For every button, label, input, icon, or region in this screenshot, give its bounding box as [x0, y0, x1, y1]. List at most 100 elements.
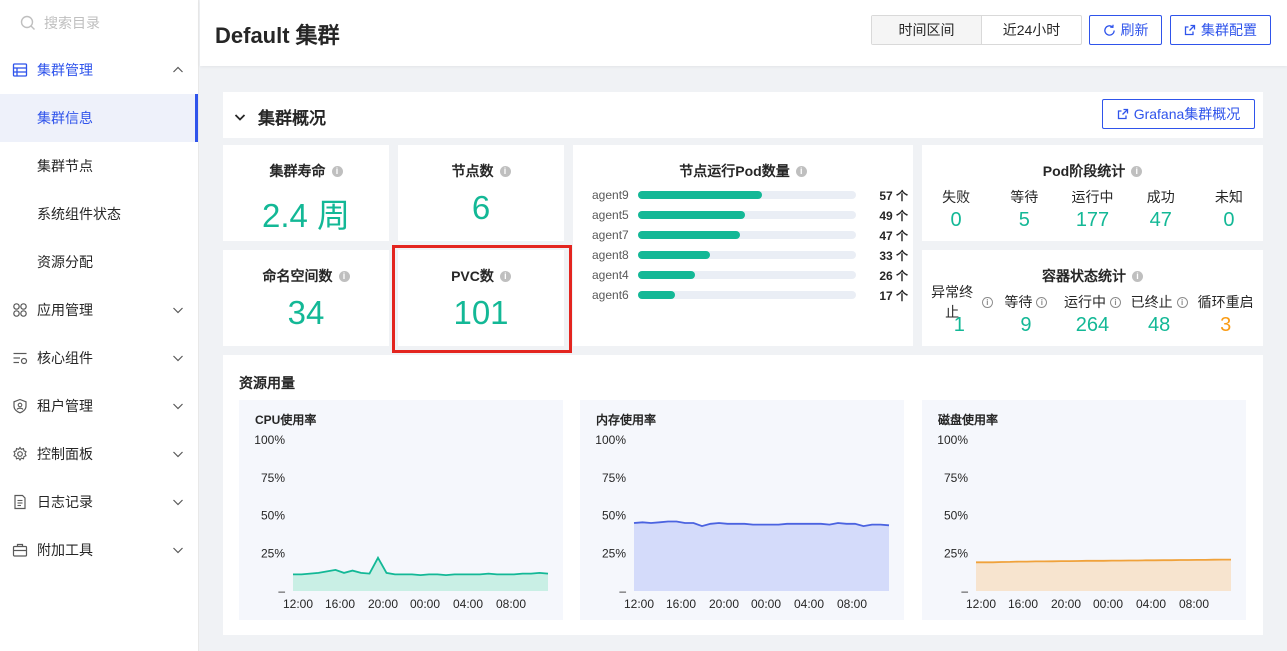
bar-track	[638, 231, 856, 239]
bar-track	[638, 211, 856, 219]
external-link-icon	[1117, 108, 1128, 120]
y-tick-label: –	[619, 584, 626, 598]
stat-value: 47	[1149, 209, 1172, 231]
sidebar-search[interactable]: 搜索目录	[0, 0, 198, 46]
node-name: agent5	[592, 208, 629, 222]
sidebar-subitem-cluster-nodes[interactable]: 集群节点	[0, 142, 198, 190]
time-range-selector[interactable]: 时间区间 近24小时	[871, 15, 1082, 45]
pvc-count-value: 101	[453, 294, 509, 331]
bar-fill	[638, 191, 763, 199]
stat-label: 循环重启	[1197, 294, 1254, 310]
info-icon[interactable]: i	[982, 296, 993, 308]
node-name: agent9	[592, 188, 629, 202]
stat-label: 失败	[942, 189, 971, 205]
stat-label: 异常终止	[931, 284, 974, 320]
stat-value: 48	[1147, 314, 1171, 336]
sidebar-item-addon-tools[interactable]: 附加工具	[0, 526, 198, 574]
time-range-value[interactable]: 近24小时	[982, 16, 1081, 44]
info-icon[interactable]: i	[1036, 296, 1048, 308]
y-tick-label: –	[961, 584, 968, 598]
node-pod-bar-row: agent5 49 个	[592, 205, 908, 225]
x-tick-label: 04:00	[453, 597, 483, 611]
container-state-title: 容器状态统计	[1042, 268, 1126, 284]
node-count-label: 节点数	[451, 163, 494, 179]
info-icon[interactable]: i	[338, 270, 350, 282]
core-components-icon	[12, 350, 28, 366]
overview-collapse-toggle[interactable]: 集群概况	[234, 104, 326, 129]
node-name: agent7	[592, 228, 629, 242]
stat-value: 177	[1075, 209, 1110, 231]
cluster-age-label: 集群寿命	[269, 163, 326, 179]
y-tick-label: 50%	[944, 509, 968, 523]
bar-track	[638, 191, 856, 199]
info-icon[interactable]: i	[331, 165, 343, 177]
area-fill	[976, 559, 1231, 591]
page-title: Default 集群	[215, 23, 340, 48]
chevron-up-icon	[172, 64, 184, 76]
cluster-icon	[12, 62, 28, 78]
sidebar-item-label: 租户管理	[37, 398, 93, 414]
info-icon[interactable]: i	[1132, 270, 1143, 282]
info-icon[interactable]: i	[1176, 296, 1188, 308]
y-tick-label: 50%	[261, 509, 285, 523]
pod-count-label: 26 个	[879, 268, 908, 283]
sidebar-item-tenant-management[interactable]: 租户管理	[0, 382, 198, 430]
external-link-icon	[1184, 24, 1196, 36]
info-icon[interactable]: i	[795, 165, 807, 177]
x-tick-label: 08:00	[496, 597, 526, 611]
pod-phase-pending: 等待 5	[990, 187, 1058, 232]
bar-track	[638, 291, 856, 299]
pod-phase-failed: 失败 0	[922, 187, 990, 232]
sidebar-subitem-system-component-status[interactable]: 系统组件状态	[0, 190, 198, 238]
sidebar-subitem-cluster-info[interactable]: 集群信息	[0, 94, 198, 142]
cluster-config-button[interactable]: 集群配置	[1170, 15, 1271, 45]
info-icon[interactable]: i	[499, 270, 511, 282]
refresh-button[interactable]: 刷新	[1089, 15, 1162, 45]
sidebar-item-cluster-management[interactable]: 集群管理	[0, 46, 198, 94]
node-name: agent4	[592, 268, 629, 282]
sidebar-item-control-panel[interactable]: 控制面板	[0, 430, 198, 478]
stat-value: 9	[1020, 314, 1032, 336]
sidebar-item-label: 附加工具	[37, 542, 93, 558]
info-icon[interactable]: i	[1131, 165, 1143, 177]
sidebar-item-log-records[interactable]: 日志记录	[0, 478, 198, 526]
cluster-overview-header: 集群概况 Grafana集群概况	[223, 92, 1263, 138]
container-state-running: 运行中 i 264	[1059, 292, 1126, 337]
sidebar-item-core-components[interactable]: 核心组件	[0, 334, 198, 382]
y-tick-label: 100%	[595, 433, 626, 447]
grafana-overview-button[interactable]: Grafana集群概况	[1102, 99, 1255, 129]
stat-value: 264	[1075, 314, 1110, 336]
pod-phase-card: Pod阶段统计 i 失败 0 等待 5 运行中 177 成功 47 未知 0	[922, 145, 1263, 241]
sidebar-subitem-resource-allocation[interactable]: 资源分配	[0, 238, 198, 286]
sidebar-item-label: 控制面板	[37, 446, 93, 462]
pod-count-label: 17 个	[879, 288, 908, 303]
info-icon[interactable]: i	[499, 165, 511, 177]
stat-label: 运行中	[1063, 294, 1106, 310]
stat-value: 0	[1223, 209, 1235, 231]
memory-usage-chart: 内存使用率 100% 75% 50% 25% –12:00 16:00 20:00 00:00…	[580, 400, 904, 620]
pod-count-label: 47 个	[879, 228, 908, 243]
namespace-count-label: 命名空间数	[262, 268, 333, 284]
x-tick-label: 20:00	[1051, 597, 1081, 611]
refresh-icon	[1103, 24, 1115, 36]
x-tick-label: 20:00	[709, 597, 739, 611]
sidebar-item-label: 集群管理	[37, 62, 93, 78]
node-pod-bar-row: agent8 33 个	[592, 245, 908, 265]
chevron-down-icon	[234, 113, 246, 121]
sidebar-item-label: 应用管理	[37, 302, 93, 318]
cluster-config-button-label: 集群配置	[1201, 22, 1257, 38]
stat-value: 0	[950, 209, 962, 231]
stat-label: 已终止	[1130, 294, 1173, 310]
namespace-count-card: 命名空间数 i 34	[223, 250, 389, 346]
x-tick-label: 12:00	[966, 597, 996, 611]
pod-count-label: 49 个	[879, 208, 908, 223]
info-icon[interactable]: i	[1109, 296, 1121, 308]
sidebar-item-app-management[interactable]: 应用管理	[0, 286, 198, 334]
chevron-down-icon	[172, 304, 184, 316]
cluster-age-card: 集群寿命 i 2.4 周	[223, 145, 389, 241]
x-tick-label: 04:00	[794, 597, 824, 611]
chevron-down-icon	[172, 448, 184, 460]
y-tick-label: 100%	[937, 433, 968, 447]
bar-track	[638, 271, 856, 279]
container-state-crashloop: 循环重启 3	[1192, 292, 1259, 337]
